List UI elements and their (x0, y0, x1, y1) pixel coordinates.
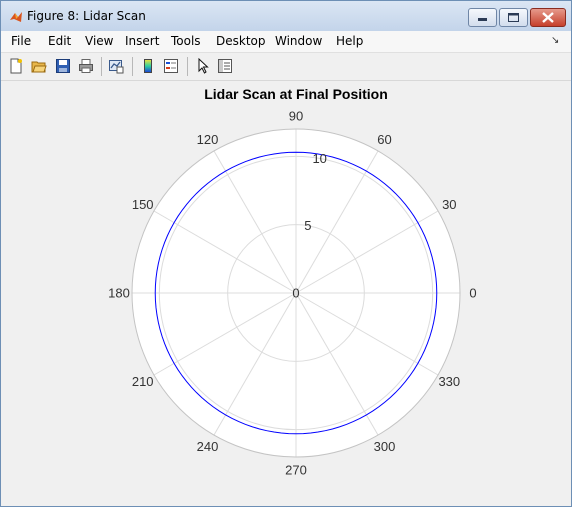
r-tick-label: 10 (312, 151, 326, 166)
theta-tick-label: 30 (442, 197, 456, 212)
theta-tick-label: 210 (132, 374, 154, 389)
minimize-button[interactable] (468, 8, 497, 27)
theta-tick-label: 60 (377, 132, 391, 147)
menu-dock-arrow-icon[interactable]: ↘ (551, 35, 559, 46)
theta-tick-label: 180 (108, 286, 130, 301)
figure-toolbar (1, 53, 571, 81)
r-tick-label: 0 (292, 286, 299, 301)
title-bar[interactable]: Figure 8: Lidar Scan (1, 1, 571, 31)
theta-tick-label: 240 (197, 439, 219, 454)
theta-tick-label: 330 (438, 374, 460, 389)
maximize-icon (508, 13, 519, 22)
colorbar-icon[interactable] (140, 58, 156, 74)
link-plot-icon[interactable] (108, 58, 124, 74)
matlab-icon (10, 12, 22, 22)
open-file-icon[interactable] (31, 58, 47, 74)
figure-canvas: Lidar Scan at Final Position 0 30 60 90 120 1… (1, 81, 571, 506)
theta-tick-label: 120 (197, 132, 219, 147)
figure-window: Figure 8: Lidar Scan File Edit View Inse… (0, 0, 572, 507)
legend-icon[interactable] (163, 58, 179, 74)
theta-tick-label: 0 (469, 286, 476, 301)
chart-title: Lidar Scan at Final Position (204, 86, 388, 102)
menu-edit[interactable]: Edit (48, 34, 71, 48)
menu-bar: File Edit View Insert Tools Desktop Wind… (1, 31, 571, 53)
polar-plot[interactable]: Lidar Scan at Final Position 0 30 60 90 120 1… (1, 81, 571, 506)
menu-window[interactable]: Window (275, 34, 322, 48)
r-tick-label: 5 (304, 218, 311, 233)
close-button[interactable] (530, 8, 566, 27)
print-icon[interactable] (78, 58, 94, 74)
menu-view[interactable]: View (85, 34, 113, 48)
menu-insert[interactable]: Insert (125, 34, 159, 48)
close-icon (542, 12, 554, 23)
theta-tick-label: 300 (374, 439, 396, 454)
toolbar-separator (132, 57, 133, 76)
property-inspector-icon[interactable] (217, 58, 233, 74)
theta-tick-label: 90 (289, 109, 303, 124)
toolbar-separator (101, 57, 102, 76)
minimize-icon (478, 18, 487, 21)
menu-help[interactable]: Help (336, 34, 363, 48)
window-title: Figure 8: Lidar Scan (27, 9, 146, 23)
save-icon[interactable] (55, 58, 71, 74)
theta-tick-label: 270 (285, 463, 307, 478)
new-figure-icon[interactable] (8, 58, 24, 74)
theta-tick-label: 150 (132, 197, 154, 212)
menu-desktop[interactable]: Desktop (216, 34, 266, 48)
toolbar-separator (187, 57, 188, 76)
menu-tools[interactable]: Tools (171, 34, 201, 48)
edit-plot-pointer-icon[interactable] (195, 58, 211, 74)
maximize-button[interactable] (499, 8, 528, 27)
menu-file[interactable]: File (11, 34, 31, 48)
